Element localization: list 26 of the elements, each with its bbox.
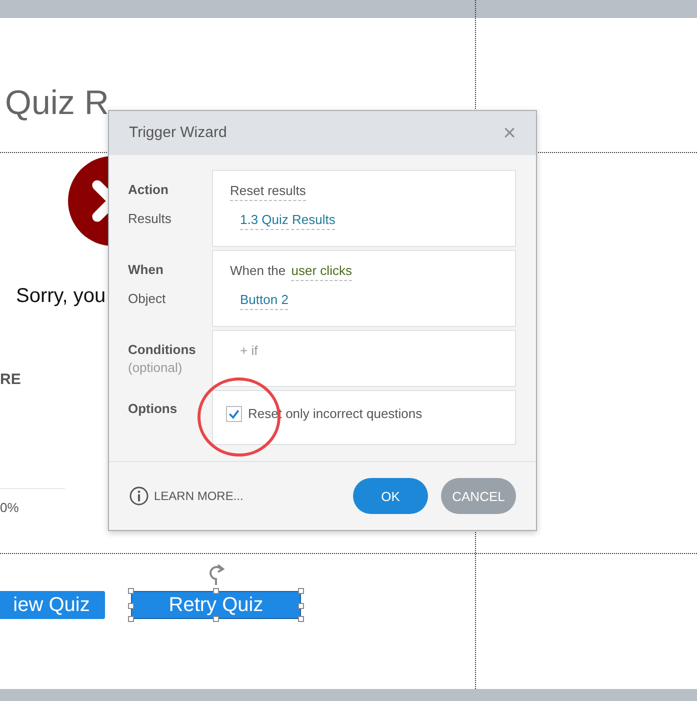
section-label: When (128, 262, 164, 279)
checkbox[interactable] (226, 406, 242, 422)
target-dropdown[interactable]: 1.3 Quiz Results (240, 212, 336, 230)
learn-more-link[interactable]: LEARN MORE... (129, 486, 244, 506)
cancel-button[interactable]: CANCEL (441, 478, 516, 514)
field-label: Object (128, 290, 167, 306)
score-label: RE (0, 371, 21, 388)
close-button[interactable]: × (503, 120, 516, 146)
section-label: Action (128, 182, 170, 199)
info-icon (129, 486, 149, 506)
event-dropdown[interactable]: user clicks (291, 262, 352, 281)
feedback-text: Sorry, you (16, 285, 106, 308)
slide-button[interactable]: Retry Quiz (131, 591, 301, 619)
field-label: (optional) (128, 360, 184, 375)
slide-title: Quiz R (5, 86, 109, 120)
event-text: When the (230, 262, 286, 278)
percent-text: 0% (0, 500, 19, 515)
section-label: Conditions (128, 342, 197, 359)
object-dropdown[interactable]: Button 2 (240, 292, 288, 310)
add-condition-link[interactable]: + if (240, 342, 258, 358)
ok-button[interactable]: OK (353, 478, 428, 514)
section-label: Options (128, 400, 178, 418)
action-dropdown[interactable]: Reset results (230, 182, 306, 201)
slide-button[interactable]: iew Quiz (0, 591, 105, 619)
dialog-title: Trigger Wizard (129, 124, 228, 142)
field-label: Results (128, 210, 172, 226)
